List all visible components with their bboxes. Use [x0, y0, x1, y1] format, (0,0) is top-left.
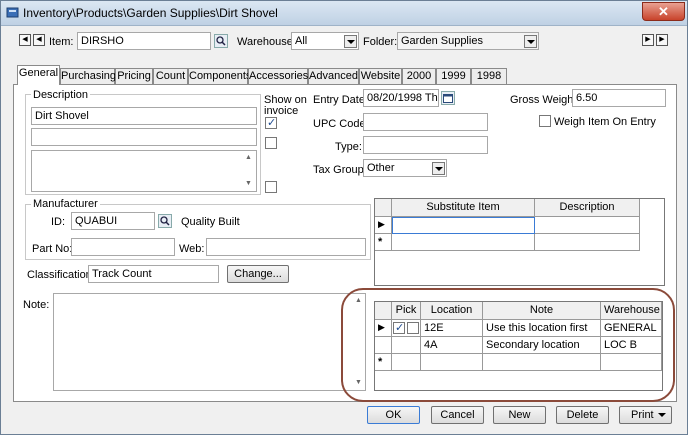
weigh-on-entry-label: Weigh Item On Entry: [554, 116, 656, 128]
tab-count[interactable]: Count: [153, 68, 188, 84]
inventory-window: Inventory\Products\Garden Supplies\Dirt …: [0, 0, 688, 435]
substitute-description-cell[interactable]: [535, 217, 640, 234]
part-no-input[interactable]: [71, 238, 175, 256]
classification-label: Classification:: [27, 269, 95, 281]
manufacturer-id-input[interactable]: QUABUI: [71, 212, 155, 230]
entry-date-label: Entry Date:: [313, 94, 369, 106]
note-label: Note:: [23, 299, 50, 311]
tab-advanced[interactable]: Advanced: [308, 68, 359, 84]
classification-input[interactable]: Track Count: [88, 265, 219, 283]
item-lookup-icon[interactable]: [214, 34, 228, 48]
tab-accessories[interactable]: Accessories: [248, 68, 308, 84]
type-input[interactable]: [363, 136, 488, 154]
show-on-invoice-checkbox-2[interactable]: [265, 137, 277, 149]
manufacturer-label: Manufacturer: [31, 198, 100, 210]
print-button[interactable]: Print: [619, 406, 672, 424]
web-label: Web:: [179, 243, 205, 255]
show-on-invoice-label: Show on invoice: [264, 94, 307, 117]
tab-1998[interactable]: 1998: [471, 68, 507, 84]
substitute-item-cell[interactable]: [392, 217, 535, 234]
previous-record-icon[interactable]: ◀: [33, 34, 45, 46]
tab-2000[interactable]: 2000: [402, 68, 436, 84]
substitute-new-row-marker: *: [375, 234, 392, 251]
tab-pricing[interactable]: Pricing: [115, 68, 153, 84]
manufacturer-name: Quality Built: [181, 216, 240, 228]
calendar-icon[interactable]: [441, 91, 455, 105]
ok-button[interactable]: OK: [367, 406, 420, 424]
highlight-annotation: [341, 288, 675, 402]
tab-1999[interactable]: 1999: [436, 68, 471, 84]
substitute-new-item-cell[interactable]: [392, 234, 535, 251]
description-scroll-down-icon[interactable]: ▼: [245, 180, 252, 187]
print-button-label: Print: [631, 409, 654, 421]
delete-button[interactable]: Delete: [556, 406, 609, 424]
description-line2-input[interactable]: [31, 128, 257, 146]
tab-general[interactable]: General: [17, 65, 60, 85]
folder-label: Folder:: [363, 36, 398, 48]
upc-code-input[interactable]: [363, 113, 488, 131]
new-button[interactable]: New: [493, 406, 546, 424]
substitute-new-description-cell[interactable]: [535, 234, 640, 251]
substitute-items-grid: Substitute Item Description ▶ *: [374, 198, 665, 286]
close-button[interactable]: ✕: [642, 2, 685, 21]
title-bar[interactable]: Inventory\Products\Garden Supplies\Dirt …: [1, 1, 687, 26]
description-line1-input[interactable]: Dirt Shovel: [31, 107, 257, 125]
tab-purchasing[interactable]: Purchasing: [60, 68, 116, 84]
type-label: Type:: [335, 141, 362, 153]
tax-group-label: Tax Group:: [313, 164, 367, 176]
first-record-icon[interactable]: ◀: [19, 34, 31, 46]
description-label: Description: [31, 89, 91, 101]
weigh-on-entry-checkbox[interactable]: [539, 115, 551, 127]
cancel-button[interactable]: Cancel: [431, 406, 484, 424]
gross-weight-label: Gross Weight:: [510, 94, 580, 106]
item-label: Item:: [49, 36, 74, 48]
substitute-corner-cell: [375, 199, 392, 217]
app-icon: [6, 7, 19, 18]
tab-components[interactable]: Components: [188, 68, 251, 84]
last-record-icon[interactable]: ▶: [656, 34, 668, 46]
warehouse-label: Warehouse:: [237, 36, 296, 48]
part-no-label: Part No:: [32, 243, 73, 255]
folder-dropdown-icon[interactable]: [524, 35, 537, 48]
substitute-item-header[interactable]: Substitute Item: [392, 199, 535, 217]
substitute-description-header[interactable]: Description: [535, 199, 640, 217]
substitute-row-marker: ▶: [375, 217, 392, 234]
upc-code-label: UPC Code:: [313, 118, 369, 130]
web-input[interactable]: [206, 238, 366, 256]
print-dropdown-icon[interactable]: [658, 413, 666, 417]
folder-select[interactable]: Garden Supplies: [397, 32, 539, 50]
description-scroll-up-icon[interactable]: ▲: [245, 154, 252, 161]
tab-website[interactable]: Website: [359, 68, 402, 84]
gross-weight-input[interactable]: 6.50: [572, 89, 666, 107]
manufacturer-id-label: ID:: [51, 216, 66, 228]
entry-date-input[interactable]: 08/20/1998 Thu: [363, 89, 439, 107]
show-on-invoice-checkbox-1[interactable]: [265, 116, 277, 129]
window-title: Inventory\Products\Garden Supplies\Dirt …: [23, 6, 278, 20]
tax-group-dropdown-icon[interactable]: [432, 162, 445, 175]
next-record-icon[interactable]: ▶: [642, 34, 654, 46]
manufacturer-lookup-icon[interactable]: [158, 214, 172, 228]
item-input[interactable]: DIRSHO: [77, 32, 211, 50]
description-notes-textarea[interactable]: [31, 150, 257, 192]
warehouse-dropdown-icon[interactable]: [344, 35, 357, 48]
change-classification-button[interactable]: Change...: [227, 265, 289, 283]
note-textarea[interactable]: [53, 293, 366, 391]
show-on-invoice-checkbox-3[interactable]: [265, 181, 277, 193]
